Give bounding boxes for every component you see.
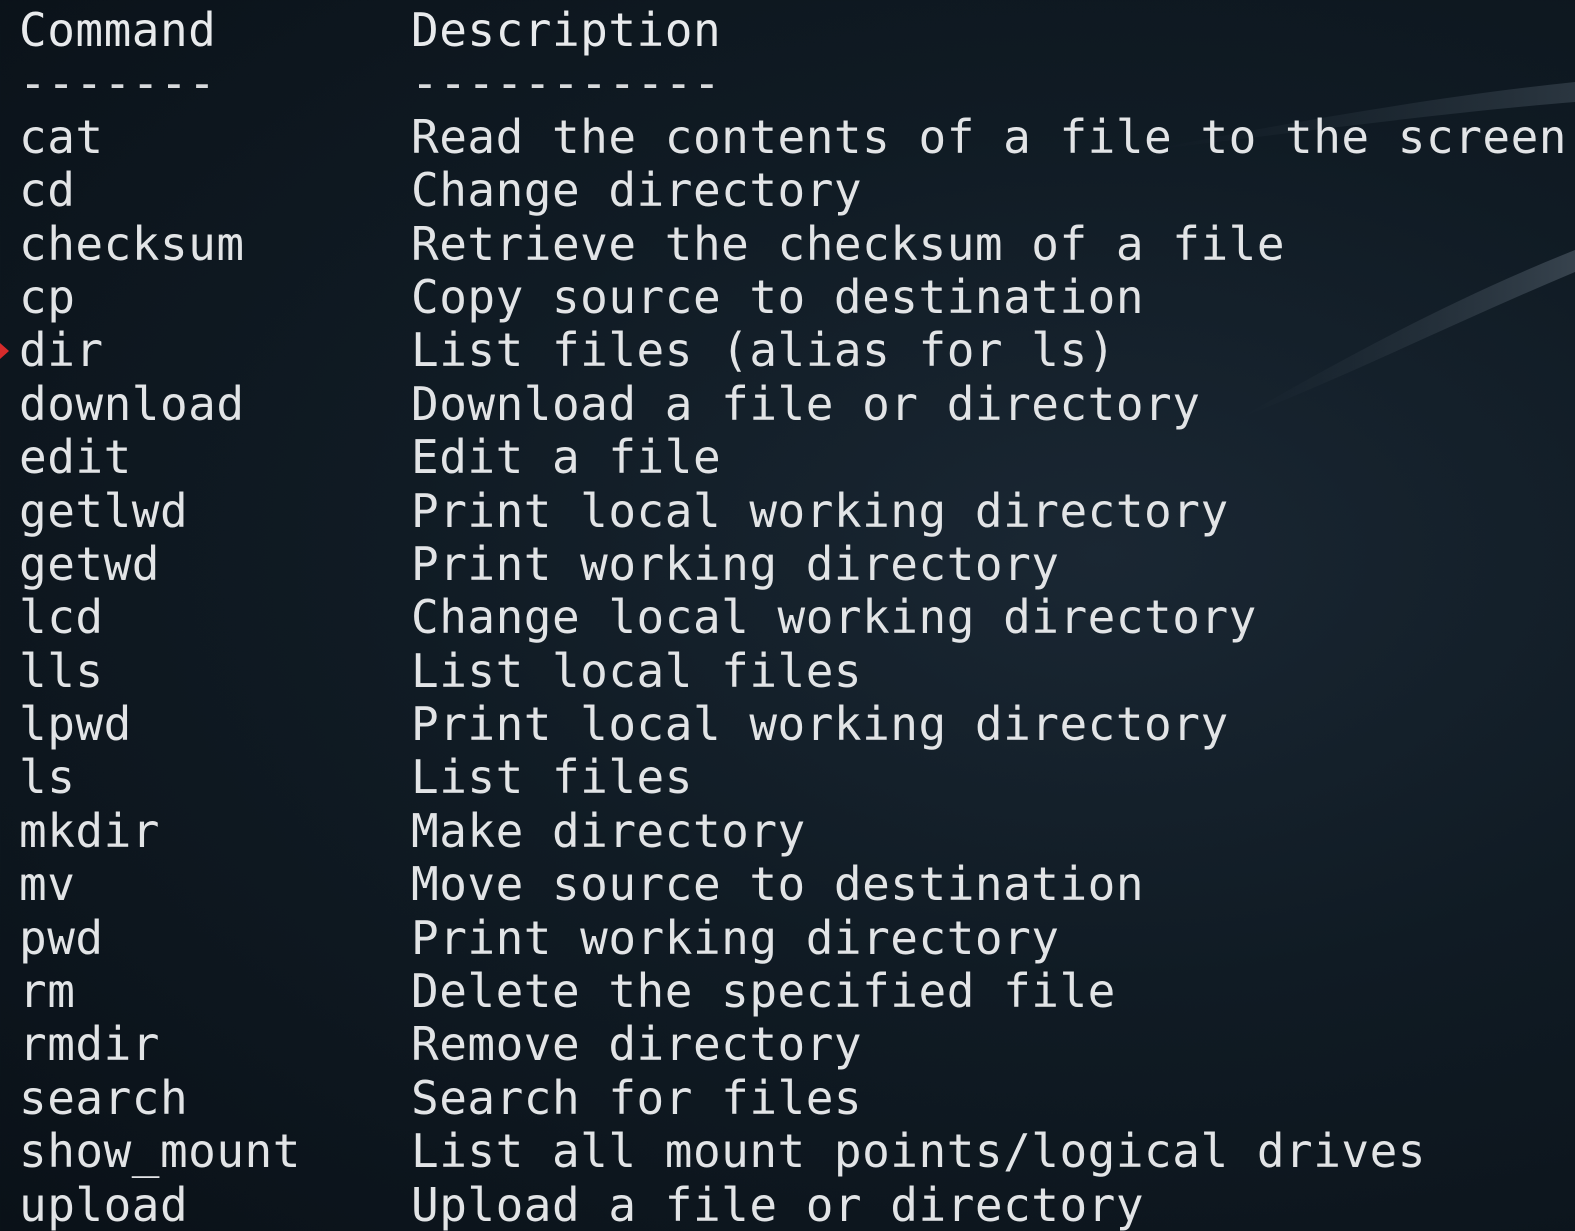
separator-description: ----------- — [411, 56, 722, 111]
command-description: Change directory — [411, 163, 863, 218]
table-row: show_mount List all mount points/logical … — [0, 1124, 1575, 1179]
command-name: mv — [19, 857, 76, 912]
command-description: List local files — [411, 643, 863, 698]
terminal-output: Command Description ------- ----------- … — [0, 3, 1575, 1231]
table-row: download Download a file or directory — [0, 376, 1575, 431]
command-description: Print local working directory — [411, 483, 1229, 538]
command-name: lpwd — [19, 697, 132, 752]
table-separator: ------- ----------- — [0, 56, 1575, 111]
command-name: lcd — [19, 590, 104, 645]
command-description: Change local working directory — [411, 590, 1257, 645]
command-name: search — [19, 1070, 189, 1125]
command-name: download — [19, 376, 245, 431]
command-name: ls — [19, 750, 76, 805]
table-row: cat Read the contents of a file to the sc… — [0, 109, 1575, 164]
command-description: Read the contents of a file to the scree… — [411, 109, 1567, 164]
command-name: upload — [19, 1177, 189, 1231]
command-name: getlwd — [19, 483, 189, 538]
table-row: rmdir Remove directory — [0, 1017, 1575, 1072]
command-name: edit — [19, 430, 132, 485]
table-row: rm Delete the specified file — [0, 964, 1575, 1019]
command-name: show_mount — [19, 1124, 301, 1179]
table-row: lpwd Print local working directory — [0, 697, 1575, 752]
command-name: rmdir — [19, 1017, 160, 1072]
table-row: pwd Print working directory — [0, 910, 1575, 965]
command-description: List files (alias for ls) — [411, 323, 1116, 378]
command-description: Edit a file — [411, 430, 722, 485]
table-row: dir List files (alias for ls) — [0, 323, 1575, 378]
table-row: lls List local files — [0, 643, 1575, 698]
command-description: Retrieve the checksum of a file — [411, 216, 1286, 271]
header-command: Command — [19, 3, 217, 57]
table-row: cd Change directory — [0, 163, 1575, 218]
command-description: List all mount points/logical drives — [411, 1124, 1426, 1179]
table-row: cp Copy source to destination — [0, 269, 1575, 324]
command-name: mkdir — [19, 803, 160, 858]
command-name: cp — [19, 269, 76, 324]
table-row: edit Edit a file — [0, 430, 1575, 485]
table-header: Command Description — [0, 3, 1575, 57]
table-row: mkdir Make directory — [0, 803, 1575, 858]
command-description: Remove directory — [411, 1017, 863, 1072]
table-row: ls List files — [0, 750, 1575, 805]
command-description: List files — [411, 750, 693, 805]
table-row: getlwd Print local working directory — [0, 483, 1575, 538]
command-name: rm — [19, 964, 76, 1019]
command-name: cat — [19, 109, 104, 164]
command-name: lls — [19, 643, 104, 698]
table-row: mv Move source to destination — [0, 857, 1575, 912]
command-description: Search for files — [411, 1070, 863, 1125]
command-description: Upload a file or directory — [411, 1177, 1145, 1231]
header-description: Description — [411, 3, 722, 57]
command-description: Download a file or directory — [411, 376, 1201, 431]
command-description: Print working directory — [411, 536, 1060, 591]
command-description: Print local working directory — [411, 697, 1229, 752]
table-row: search Search for files — [0, 1070, 1575, 1125]
table-row: checksum Retrieve the checksum of a file — [0, 216, 1575, 271]
command-description: Move source to destination — [411, 857, 1145, 912]
command-name: getwd — [19, 536, 160, 591]
command-name: dir — [19, 323, 104, 378]
command-description: Make directory — [411, 803, 806, 858]
table-row: lcd Change local working directory — [0, 590, 1575, 645]
table-row: upload Upload a file or directory — [0, 1177, 1575, 1231]
table-row: getwd Print working directory — [0, 536, 1575, 591]
command-name: pwd — [19, 910, 104, 965]
command-name: checksum — [19, 216, 245, 271]
command-description: Print working directory — [411, 910, 1060, 965]
separator-command: ------- — [19, 56, 217, 111]
command-description: Delete the specified file — [411, 964, 1116, 1019]
command-description: Copy source to destination — [411, 269, 1145, 324]
command-name: cd — [19, 163, 76, 218]
